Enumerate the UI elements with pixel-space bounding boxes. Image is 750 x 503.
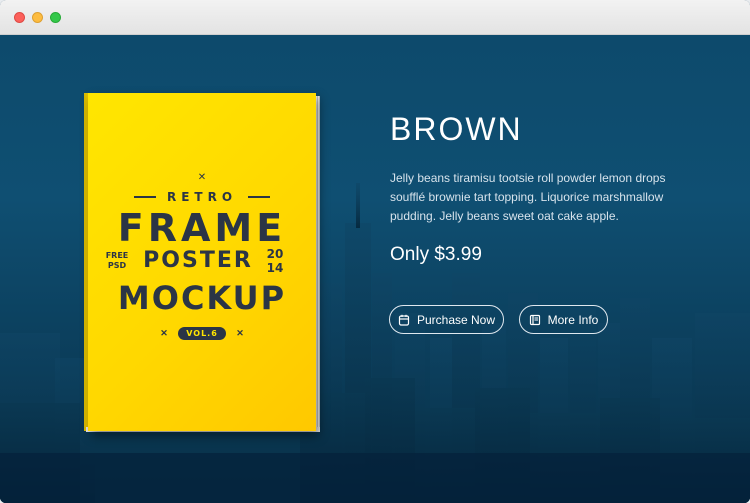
product-price: Only $3.99: [390, 244, 482, 265]
more-info-label: More Info: [547, 312, 599, 327]
cover-mockup-text: MOCKUP: [117, 279, 287, 317]
cover-psd-text: PSD: [107, 261, 127, 270]
cover-year-top: 20: [266, 247, 284, 261]
cover-poster-text: POSTER: [143, 248, 253, 273]
cover-free-text: FREE: [105, 251, 129, 260]
cover-year-bottom: 14: [266, 261, 284, 275]
product-title: BROWN: [390, 111, 523, 147]
purchase-now-label: Purchase Now: [416, 312, 496, 327]
cover-star-icon: ✕: [197, 172, 207, 183]
close-window-button[interactable]: [14, 12, 25, 23]
cover-frame-text: FRAME: [117, 206, 287, 250]
title-bar: [0, 0, 750, 35]
cover-star-right-icon: ✕: [236, 328, 244, 338]
book-cover: ✕ RETRO FRAME FREE PSD POSTER 20 14 MOCK…: [88, 93, 316, 431]
browser-window: ✕ RETRO FRAME FREE PSD POSTER 20 14 MOCK…: [0, 0, 750, 503]
cover-poster-row: FREE PSD POSTER 20 14: [88, 245, 316, 279]
basket-icon: [398, 314, 410, 326]
cover-vol-row: ✕ VOL.6 ✕: [88, 323, 316, 340]
cover-free-psd: FREE PSD: [104, 251, 130, 271]
more-info-button[interactable]: More Info: [519, 305, 608, 334]
poster-mockup-book: ✕ RETRO FRAME FREE PSD POSTER 20 14 MOCK…: [84, 93, 320, 432]
cover-retro-text: RETRO: [166, 190, 238, 204]
purchase-now-button[interactable]: Purchase Now: [389, 305, 504, 334]
cover-vol-badge: VOL.6: [178, 327, 226, 340]
product-description: Jelly beans tiramisu tootsie roll powder…: [390, 171, 666, 223]
minimize-window-button[interactable]: [32, 12, 43, 23]
hero-section: ✕ RETRO FRAME FREE PSD POSTER 20 14 MOCK…: [0, 35, 750, 503]
book-icon: [529, 314, 540, 325]
maximize-window-button[interactable]: [50, 12, 61, 23]
cover-star-left-icon: ✕: [160, 328, 168, 338]
cover-year: 20 14: [260, 247, 290, 275]
